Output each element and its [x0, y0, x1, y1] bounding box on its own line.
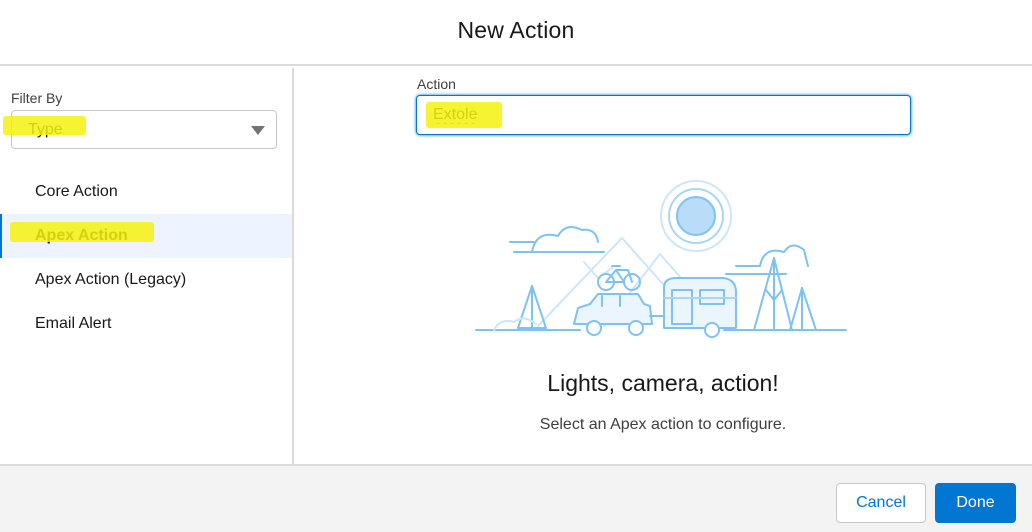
sidebar-item-apex-action[interactable]: Apex Action	[0, 214, 292, 258]
sidebar-item-label: Email Alert	[35, 315, 112, 332]
chevron-down-icon	[251, 126, 265, 135]
modal-footer: Cancel Done	[0, 464, 1032, 532]
action-field-label: Action	[417, 76, 456, 92]
sidebar-item-label: Apex Action	[35, 227, 128, 244]
done-button[interactable]: Done	[935, 483, 1016, 523]
sidebar-item-core-action[interactable]: Core Action	[0, 170, 292, 214]
main-content: Action Extole Lights, camera, action! Se…	[294, 68, 1032, 464]
sidebar-item-apex-action-legacy[interactable]: Apex Action (Legacy)	[0, 258, 292, 302]
action-type-list: Core Action Apex Action Apex Action (Leg…	[0, 170, 292, 346]
empty-state-subtitle: Select an Apex action to configure.	[539, 416, 787, 433]
camping-scene-illustration	[475, 180, 847, 338]
cancel-button[interactable]: Cancel	[836, 483, 926, 523]
filter-type-select[interactable]: Type	[11, 110, 277, 149]
filter-select-value: Type	[28, 121, 63, 138]
empty-state-title: Lights, camera, action!	[547, 370, 779, 396]
sidebar-item-label: Core Action	[35, 183, 118, 200]
modal-title: New Action	[457, 16, 575, 43]
modal-header: New Action	[0, 0, 1032, 66]
sidebar-item-email-alert[interactable]: Email Alert	[0, 302, 292, 346]
filter-by-label: Filter By	[11, 90, 63, 106]
action-search-input[interactable]	[416, 95, 911, 135]
sidebar: Filter By Type Core Action Apex Action A…	[0, 68, 294, 464]
sidebar-item-label: Apex Action (Legacy)	[35, 271, 187, 288]
